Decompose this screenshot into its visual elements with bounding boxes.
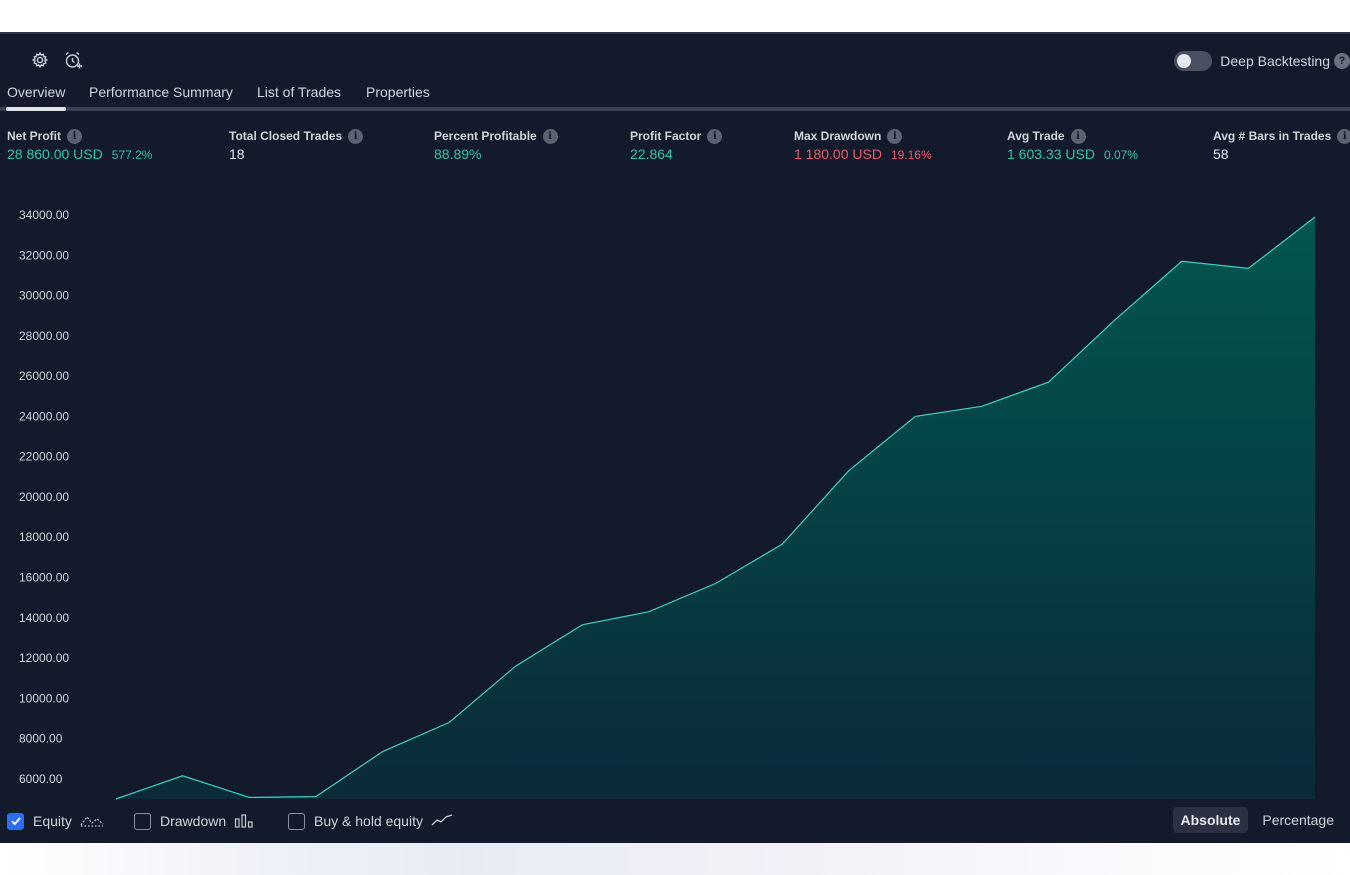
strategy-tester-panel: Deep Backtesting ? Overview Performance … <box>0 32 1350 843</box>
y-tick-label: 16000.00 <box>19 570 69 584</box>
help-icon[interactable]: ? <box>1334 53 1350 69</box>
legend-drawdown[interactable]: Drawdown <box>134 808 254 834</box>
line-trend-icon <box>431 813 453 829</box>
checkmark-icon <box>10 817 21 826</box>
tab-active-indicator <box>6 107 66 111</box>
deep-backtesting-toggle[interactable] <box>1174 51 1213 71</box>
percentage-button[interactable]: Percentage <box>1254 807 1342 833</box>
tab-performance-summary[interactable]: Performance Summary <box>89 84 233 100</box>
y-tick-label: 30000.00 <box>19 289 69 303</box>
metric-avg-trade: Avg Trade i 1 603.33 USD 0.07% <box>1007 128 1138 164</box>
info-icon[interactable]: i <box>1337 128 1350 144</box>
metric-label: Net Profit <box>7 129 61 143</box>
metric-profit-factor: Profit Factor i 22.864 <box>630 128 723 164</box>
metric-avg-bars-in-trades: Avg # Bars in Trades i 58 <box>1213 128 1350 164</box>
y-tick-label: 24000.00 <box>19 409 69 423</box>
equity-area <box>116 217 1315 799</box>
metric-value: 58 <box>1213 146 1229 162</box>
add-alarm-icon[interactable] <box>63 50 83 70</box>
page-footer-fade <box>0 843 1350 875</box>
y-tick-label: 20000.00 <box>19 490 69 504</box>
y-tick-label: 32000.00 <box>19 248 69 262</box>
metric-label: Avg # Bars in Trades <box>1213 129 1332 143</box>
equity-label: Equity <box>33 813 72 829</box>
metric-value: 88.89% <box>434 146 482 162</box>
metric-value: 28 860.00 USD <box>7 146 103 162</box>
gear-icon[interactable] <box>30 50 50 70</box>
metric-label: Avg Trade <box>1007 129 1065 143</box>
y-tick-label: 10000.00 <box>19 691 69 705</box>
y-tick-label: 22000.00 <box>19 450 69 464</box>
metric-total-closed-trades: Total Closed Trades i 18 <box>229 128 364 164</box>
tab-properties[interactable]: Properties <box>366 84 430 100</box>
deep-backtesting-control: Deep Backtesting ? <box>1174 50 1350 72</box>
tab-list-of-trades[interactable]: List of Trades <box>257 84 341 100</box>
equity-chart[interactable]: 6000.00 8000.00 10000.00 12000.00 14000.00 16… <box>0 174 1350 804</box>
metric-sub-value: 0.07% <box>1103 148 1138 162</box>
tab-underline-track <box>0 107 1350 111</box>
y-tick-label: 12000.00 <box>19 651 69 665</box>
metric-label: Total Closed Trades <box>229 129 343 143</box>
info-icon[interactable]: i <box>1070 128 1086 144</box>
scale-switch: Absolute Percentage <box>1172 806 1343 834</box>
buy-hold-label: Buy & hold equity <box>314 813 423 829</box>
toolbar: Deep Backtesting ? <box>0 34 1350 80</box>
tab-overview[interactable]: Overview <box>7 84 65 100</box>
info-icon[interactable]: i <box>707 128 723 144</box>
y-tick-label: 28000.00 <box>19 329 69 343</box>
deep-backtesting-label: Deep Backtesting <box>1220 53 1330 69</box>
y-tick-label: 14000.00 <box>19 611 69 625</box>
info-icon[interactable]: i <box>542 128 558 144</box>
legend-equity[interactable]: Equity <box>7 808 104 834</box>
metric-sub-value: 577.2% <box>111 148 153 162</box>
drawdown-label: Drawdown <box>160 813 227 829</box>
metric-net-profit: Net Profit i 28 860.00 USD 577.2% <box>7 128 152 164</box>
y-axis: 6000.00 8000.00 10000.00 12000.00 14000.00 16… <box>19 208 69 786</box>
y-tick-label: 8000.00 <box>19 732 63 746</box>
y-tick-label: 18000.00 <box>19 530 69 544</box>
y-tick-label: 34000.00 <box>19 208 69 222</box>
metric-max-drawdown: Max Drawdown i 1 180.00 USD 19.16% <box>794 128 932 164</box>
info-icon[interactable]: i <box>887 128 903 144</box>
absolute-button[interactable]: Absolute <box>1172 807 1249 833</box>
metric-label: Percent Profitable <box>434 129 537 143</box>
metric-value: 22.864 <box>630 146 673 162</box>
info-icon[interactable]: i <box>348 128 364 144</box>
legend-buy-hold-equity[interactable]: Buy & hold equity <box>288 808 453 834</box>
metric-sub-value: 19.16% <box>890 148 932 162</box>
metric-value: 1 180.00 USD <box>794 146 882 162</box>
metric-percent-profitable: Percent Profitable i 88.89% <box>434 128 558 164</box>
y-tick-label: 26000.00 <box>19 369 69 383</box>
metric-value: 1 603.33 USD <box>1007 146 1095 162</box>
equity-checkbox[interactable] <box>7 812 24 830</box>
bar-chart-icon <box>234 813 254 829</box>
y-tick-label: 6000.00 <box>19 772 63 786</box>
equity-series-icon <box>80 813 104 829</box>
buy-hold-checkbox[interactable] <box>288 812 305 830</box>
metric-label: Profit Factor <box>630 129 702 143</box>
metric-label: Max Drawdown <box>794 129 882 143</box>
metric-value: 18 <box>229 146 245 162</box>
chart-legend: Equity Drawdown Buy & hold equity <box>0 808 1350 834</box>
info-icon[interactable]: i <box>67 128 82 144</box>
toggle-knob <box>1177 54 1192 68</box>
drawdown-checkbox[interactable] <box>134 812 151 830</box>
